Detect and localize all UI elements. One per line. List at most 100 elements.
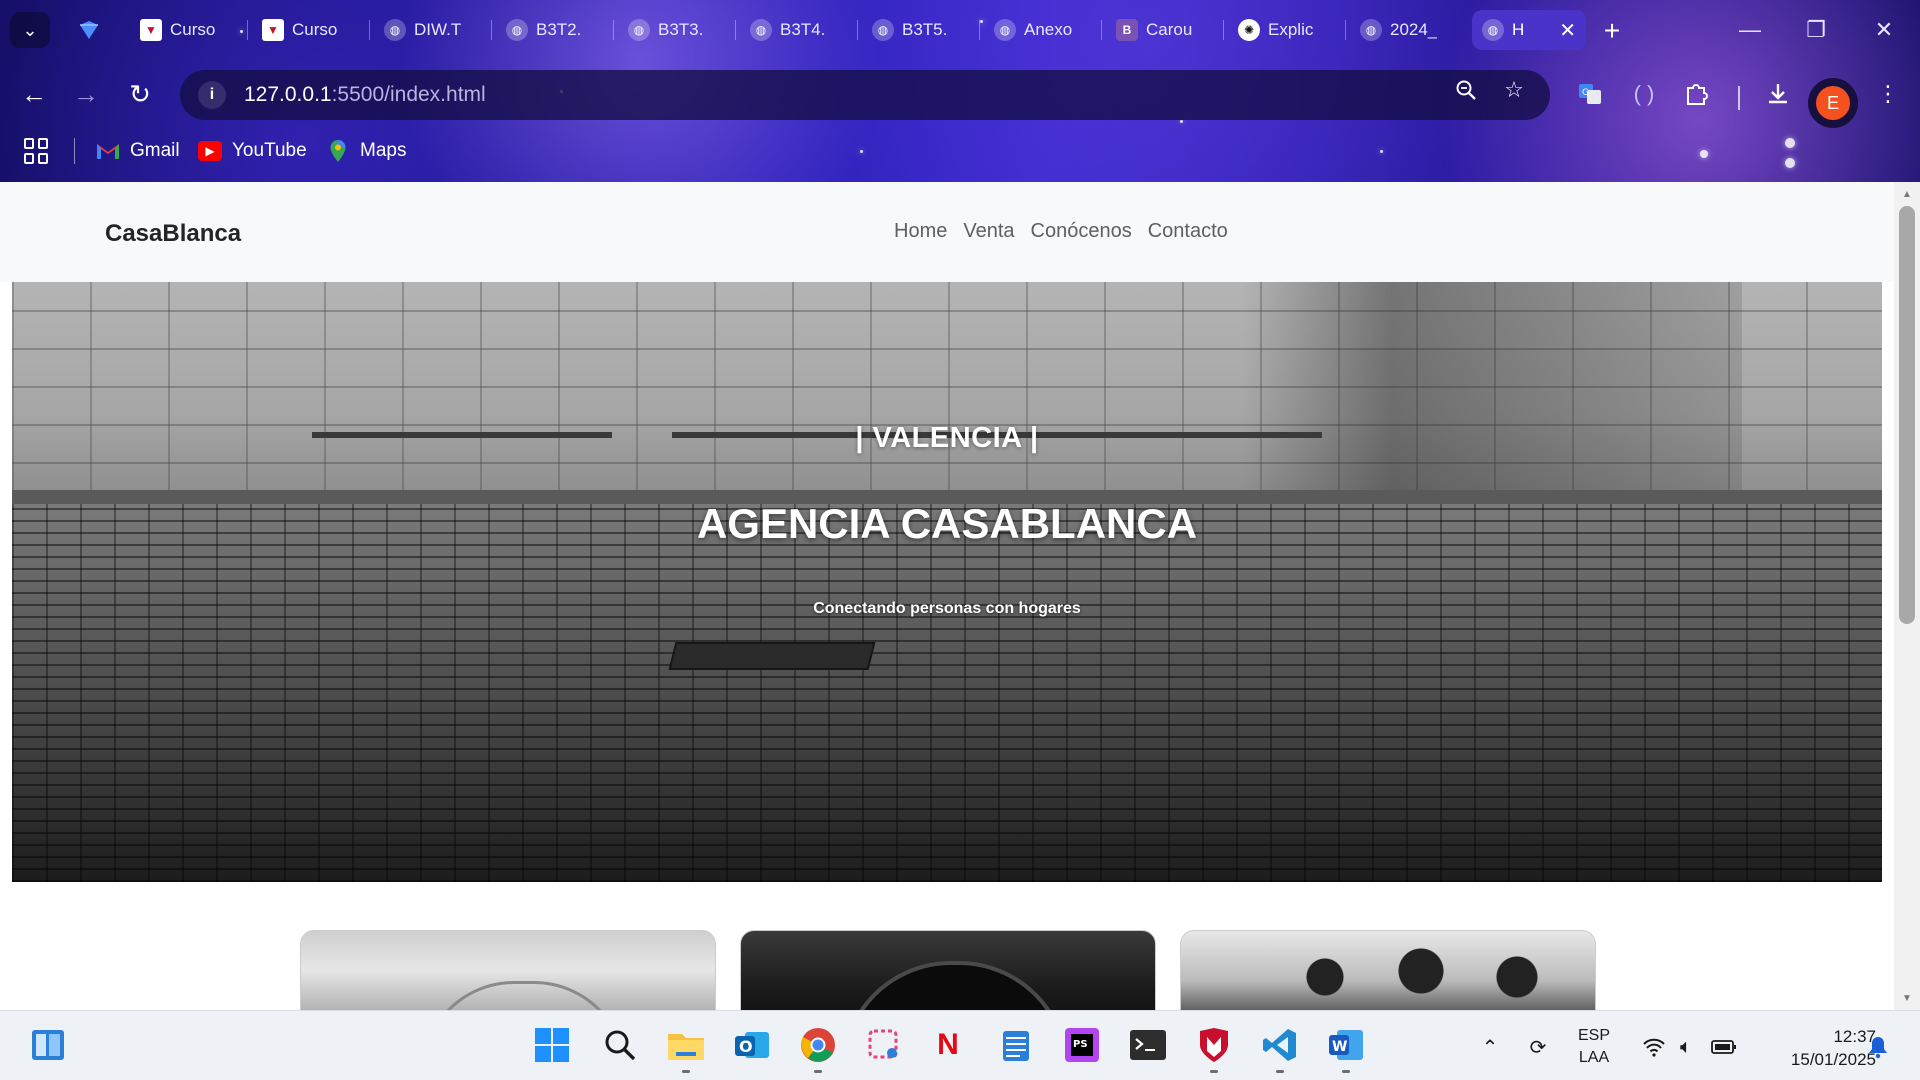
- tab-4[interactable]: ◍ B3T3.: [618, 10, 736, 50]
- tab-7[interactable]: ◍ Anexo: [984, 10, 1102, 50]
- extensions-puzzle-icon[interactable]: [1676, 74, 1716, 114]
- language-indicator[interactable]: ESP LAA: [1578, 1025, 1610, 1069]
- svg-text:PS: PS: [1073, 1039, 1088, 1050]
- zoom-icon[interactable]: [1450, 74, 1482, 106]
- extension-brackets-icon[interactable]: ( ): [1624, 74, 1664, 114]
- chevron-up-icon[interactable]: ⌃: [1476, 1033, 1504, 1061]
- battery-icon[interactable]: [1710, 1033, 1738, 1061]
- scrollbar-thumb[interactable]: [1899, 206, 1915, 624]
- tab-label: B3T2.: [536, 20, 582, 39]
- language-code: ESP: [1578, 1027, 1611, 1044]
- menu-kebab-icon[interactable]: ⋮: [1868, 74, 1908, 114]
- arrow-right-icon: →: [73, 78, 99, 109]
- globe-icon: ◍: [1482, 19, 1504, 41]
- windows-taskbar: O N PS W ⌃ ⟳ ESP LAA 🔈︎ 12:37 15/01/2025: [0, 1010, 1920, 1080]
- site-nav-links: Home Venta Conócenos Contacto: [894, 220, 1228, 243]
- sync-icon[interactable]: ⟳: [1524, 1033, 1552, 1061]
- scroll-up-arrow-icon[interactable]: ▲: [1894, 184, 1920, 204]
- site-navbar: CasaBlanca Home Venta Conócenos Contacto: [0, 182, 1894, 282]
- property-card-image[interactable]: [740, 930, 1156, 1010]
- globe-icon: ◍: [994, 19, 1016, 41]
- page-scrollbar[interactable]: ▲ ▼: [1894, 182, 1920, 1010]
- widgets-icon[interactable]: [26, 1023, 70, 1067]
- volume-icon[interactable]: 🔈︎: [1672, 1033, 1700, 1061]
- browser-toolbar: ← → ↻ i 127.0.0.1:5500/index.html ☆ G ( …: [0, 64, 1920, 128]
- toolbar-divider: [1738, 86, 1740, 110]
- reload-button[interactable]: ↻: [120, 74, 160, 114]
- tab-6[interactable]: ◍ B3T5.: [862, 10, 980, 50]
- keyboard-layout: LAA: [1578, 1049, 1610, 1066]
- translate-icon[interactable]: G: [1570, 74, 1610, 114]
- address-bar[interactable]: i 127.0.0.1:5500/index.html: [180, 70, 1550, 120]
- close-tab-icon[interactable]: ✕: [1559, 18, 1576, 43]
- nav-link-conocenos[interactable]: Conócenos: [1031, 220, 1132, 243]
- new-tab-button[interactable]: +: [1592, 14, 1632, 48]
- minimize-button[interactable]: —: [1720, 10, 1780, 50]
- tab-2[interactable]: ◍ DIW.T: [374, 10, 492, 50]
- tab-1[interactable]: ▼ Curso: [252, 10, 370, 50]
- site-info-icon[interactable]: i: [198, 81, 226, 109]
- netflix-icon[interactable]: N: [926, 1023, 970, 1067]
- apps-grid-icon[interactable]: [24, 138, 50, 164]
- profile-avatar[interactable]: E: [1808, 78, 1858, 128]
- bookmark-maps[interactable]: Maps: [326, 136, 406, 166]
- hero-subtitle: Conectando personas con hogares: [813, 600, 1081, 617]
- mcafee-icon[interactable]: [1192, 1023, 1236, 1073]
- forward-button[interactable]: →: [66, 74, 106, 114]
- bookmark-gmail[interactable]: Gmail: [96, 136, 180, 166]
- bookmark-label: YouTube: [232, 140, 307, 161]
- hero-pavement: [12, 504, 1882, 882]
- start-windows-icon[interactable]: [530, 1023, 574, 1067]
- nav-link-venta[interactable]: Venta: [963, 220, 1014, 243]
- hero-title: AGENCIA CASABLANCA: [696, 500, 1198, 547]
- profile-initial: E: [1816, 86, 1850, 120]
- globe-icon: ◍: [750, 19, 772, 41]
- tab-9[interactable]: ✺ Explic: [1228, 10, 1346, 50]
- nav-link-home[interactable]: Home: [894, 220, 947, 243]
- tab-search-button[interactable]: ⌄: [10, 12, 50, 48]
- pinned-tab[interactable]: [66, 12, 112, 48]
- wifi-icon[interactable]: [1640, 1033, 1668, 1061]
- bootstrap-icon: B: [1116, 19, 1138, 41]
- globe-icon: ◍: [506, 19, 528, 41]
- close-window-button[interactable]: ✕: [1854, 10, 1914, 50]
- outlook-icon[interactable]: O: [730, 1023, 774, 1067]
- back-button[interactable]: ←: [14, 74, 54, 114]
- scroll-down-arrow-icon[interactable]: ▼: [1894, 988, 1920, 1008]
- tab-10[interactable]: ◍ 2024_: [1350, 10, 1468, 50]
- youtube-icon: ▶: [198, 141, 222, 161]
- search-icon[interactable]: [598, 1023, 642, 1067]
- tab-0[interactable]: ▼ Curso: [130, 10, 248, 50]
- restore-button[interactable]: ❐: [1786, 10, 1846, 50]
- tab-3[interactable]: ◍ B3T2.: [496, 10, 614, 50]
- download-icon[interactable]: [1758, 74, 1798, 114]
- property-card-image[interactable]: [300, 930, 716, 1010]
- system-clock[interactable]: 12:37 15/01/2025: [1756, 1025, 1876, 1071]
- phpstorm-icon[interactable]: PS: [1060, 1023, 1104, 1067]
- property-card-image[interactable]: [1180, 930, 1596, 1010]
- notepad-icon[interactable]: [994, 1023, 1038, 1067]
- notification-bell-icon[interactable]: [1864, 1033, 1892, 1061]
- nav-link-contacto[interactable]: Contacto: [1148, 220, 1228, 243]
- svg-text:O: O: [739, 1037, 753, 1056]
- bookmark-youtube[interactable]: ▶ YouTube: [198, 136, 307, 166]
- tab-label: Carou: [1146, 20, 1193, 39]
- tab-5[interactable]: ◍ B3T4.: [740, 10, 858, 50]
- globe-icon: ◍: [628, 19, 650, 41]
- tab-label: B3T5.: [902, 20, 948, 39]
- tab-label: Curso: [170, 20, 216, 39]
- tab-strip: ⌄ ▼ Curso ▼ Curso ◍ DIW.T ◍ B3T2. ◍ B3T3…: [0, 0, 1920, 60]
- site-brand[interactable]: CasaBlanca: [105, 220, 241, 248]
- terminal-icon[interactable]: [1126, 1023, 1170, 1067]
- diamond-icon: [80, 21, 98, 39]
- word-icon[interactable]: W: [1324, 1023, 1368, 1073]
- bookmark-label: Maps: [360, 140, 407, 161]
- globe-icon: ◍: [872, 19, 894, 41]
- vscode-icon[interactable]: [1258, 1023, 1302, 1073]
- chrome-icon[interactable]: [796, 1023, 840, 1073]
- tab-8[interactable]: B Carou: [1106, 10, 1224, 50]
- file-explorer-icon[interactable]: [664, 1023, 708, 1073]
- snipping-tool-icon[interactable]: [862, 1023, 906, 1067]
- bookmark-star-icon[interactable]: ☆: [1498, 74, 1530, 106]
- tab-active[interactable]: ◍ H ✕: [1472, 10, 1586, 50]
